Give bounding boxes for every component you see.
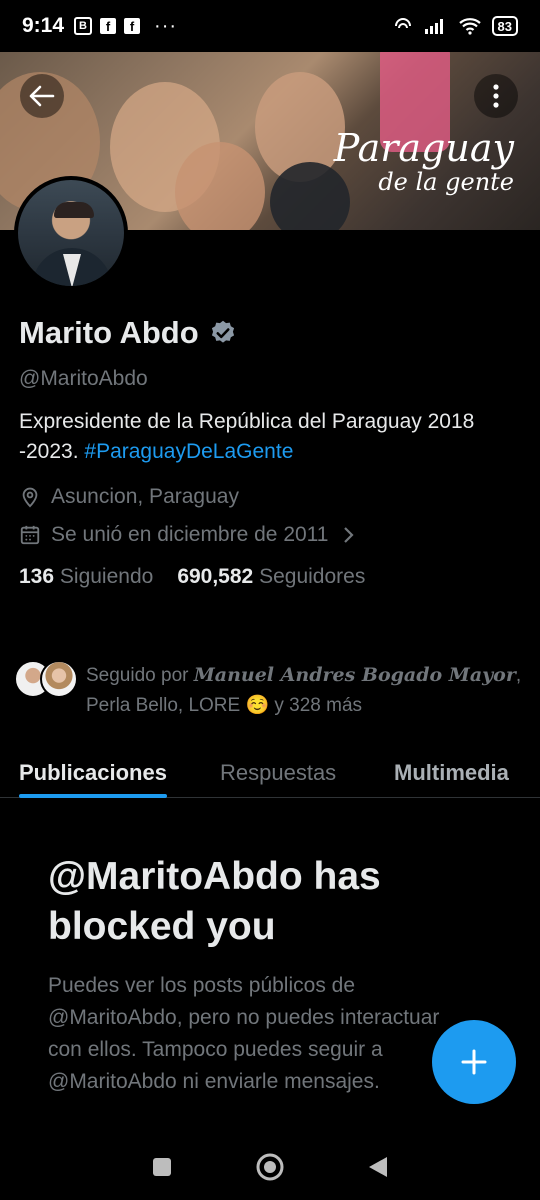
tab-publicaciones[interactable]: Publicaciones — [19, 750, 167, 798]
battery-indicator: 83 — [491, 16, 518, 36]
avatar — [40, 660, 78, 698]
verified-badge-icon[interactable] — [209, 319, 237, 347]
joined-row[interactable]: Se unió en diciembre de 2011 — [19, 523, 521, 547]
location-row: Asuncion, Paraguay — [19, 485, 521, 509]
followed-by-name: Manuel Andres Bogado Mayor — [193, 664, 516, 686]
followers-link[interactable]: 690,582 Seguidores — [177, 565, 365, 589]
follow-stats: 136 Siguiendo 690,582 Seguidores — [19, 565, 521, 589]
blocked-message: Puedes ver los posts públicos de @Marito… — [48, 974, 440, 1093]
compose-button[interactable] — [432, 1020, 516, 1104]
facebook-icon-2: f — [124, 18, 141, 34]
followers-you-know-avatars — [14, 660, 78, 698]
signal-icon — [424, 19, 443, 34]
followed-by[interactable]: Seguido por Manuel Andres Bogado Mayor, … — [14, 660, 540, 721]
profile-handle: @MaritoAbdo — [19, 367, 148, 390]
more-notifications-icon: ··· — [154, 14, 178, 37]
location-pin-icon — [22, 487, 38, 508]
status-bar: 9:14 B f f ··· 83 — [0, 0, 540, 52]
chevron-right-icon — [344, 527, 355, 543]
bio-hashtag-link[interactable]: #ParaguayDeLaGente — [84, 440, 293, 463]
banner-slogan: Paraguay de la gente — [334, 128, 514, 196]
wifi-icon — [458, 18, 481, 35]
banner-slogan-line1: Paraguay — [333, 126, 514, 170]
followed-by-text: Seguido por Manuel Andres Bogado Mayor, … — [86, 660, 540, 721]
followers-count: 690,582 — [177, 565, 254, 588]
facebook-icon: f — [100, 18, 117, 34]
blocked-notice: @MaritoAbdo has blocked you Puedes ver l… — [48, 852, 488, 1098]
recents-button[interactable] — [151, 1156, 173, 1178]
arrow-left-icon — [29, 85, 55, 107]
avatar[interactable] — [14, 176, 128, 290]
hotspot-icon — [394, 18, 411, 29]
profile-tabs: Publicaciones Respuestas Multimedia — [0, 740, 540, 798]
tab-multimedia[interactable]: Multimedia — [394, 750, 509, 786]
system-nav-bar — [0, 1134, 540, 1200]
followed-by-prefix: Seguido por — [86, 665, 194, 686]
more-options-button[interactable] — [474, 74, 518, 118]
blocked-title: @MaritoAbdo has blocked you — [48, 855, 381, 948]
profile-info: Marito Abdo @MaritoAbdo Expresidente de … — [19, 315, 521, 589]
profile-name: Marito Abdo — [19, 315, 199, 350]
calendar-icon — [20, 525, 40, 545]
profile-joined: Se unió en diciembre de 2011 — [51, 523, 329, 546]
plus-icon — [461, 1049, 487, 1075]
banner-slogan-line2: de la gente — [378, 168, 514, 196]
followers-label: Seguidores — [259, 565, 366, 588]
status-time: 9:14 — [22, 14, 65, 37]
back-nav-button[interactable] — [367, 1155, 389, 1179]
following-count: 136 — [19, 565, 55, 588]
back-button[interactable] — [20, 74, 64, 118]
following-label: Siguiendo — [59, 565, 154, 588]
notification-icon: B — [74, 17, 93, 35]
more-vertical-icon — [493, 84, 499, 108]
profile-location: Asuncion, Paraguay — [51, 485, 239, 508]
profile-bio: Expresidente de la República del Paragua… — [19, 407, 521, 467]
tab-respuestas[interactable]: Respuestas — [220, 750, 336, 786]
home-button[interactable] — [255, 1152, 285, 1182]
following-link[interactable]: 136 Siguiendo — [19, 565, 153, 589]
